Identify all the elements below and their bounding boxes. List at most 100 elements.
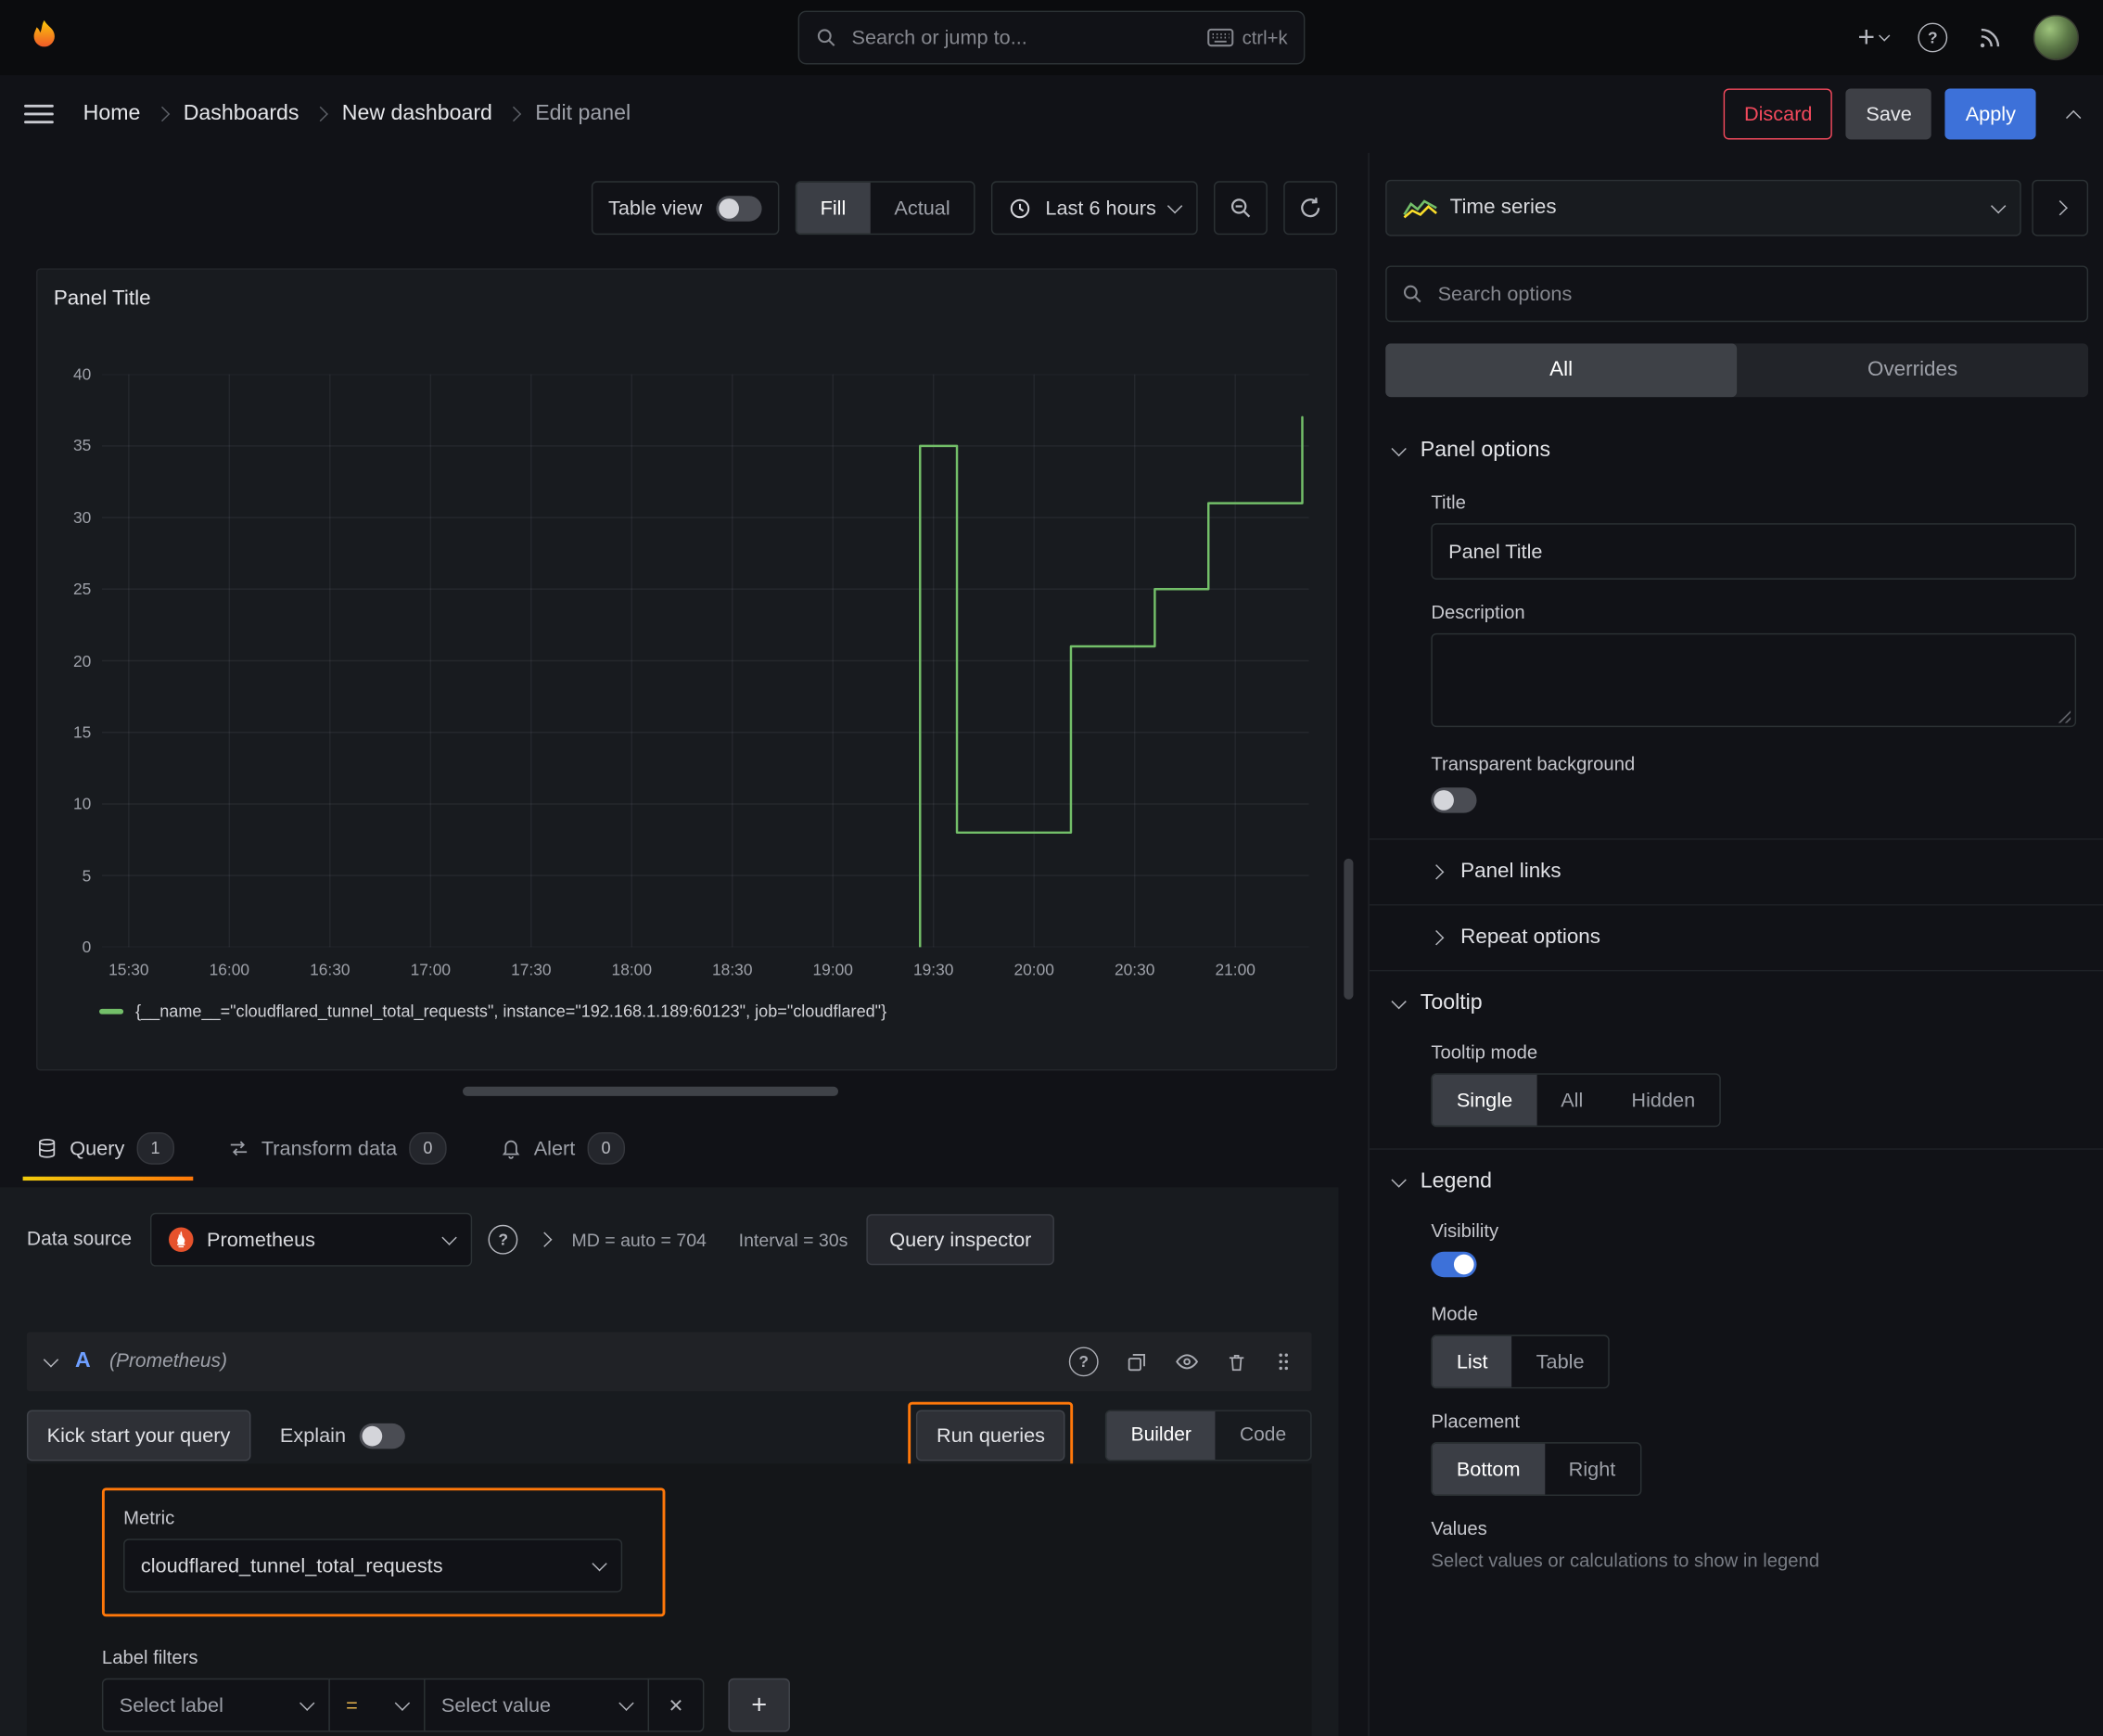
chevron-down-icon xyxy=(1391,1172,1407,1188)
x-axis-tick-label: 19:30 xyxy=(912,960,954,980)
tab-transform-data[interactable]: Transform data 0 xyxy=(228,1117,447,1181)
time-range-picker[interactable]: Last 6 hours xyxy=(991,181,1198,236)
save-button[interactable]: Save xyxy=(1845,88,1932,140)
refresh-icon[interactable] xyxy=(1283,181,1338,236)
x-axis: 15:30 16:00 16:30 17:00 17:30 18:00 18:30 19:00… xyxy=(38,961,1336,985)
menu-icon[interactable] xyxy=(24,104,54,124)
y-axis-tick-label: 40 xyxy=(73,364,92,384)
chevron-right-icon xyxy=(312,106,328,122)
x-axis-tick-label: 19:00 xyxy=(812,960,853,980)
panel-title-input[interactable] xyxy=(1431,523,2077,580)
search-icon xyxy=(1402,283,1423,304)
duplicate-query-icon[interactable] xyxy=(1126,1350,1149,1373)
legend-visibility-switch[interactable] xyxy=(1431,1251,1477,1278)
builder-option[interactable]: Builder xyxy=(1106,1410,1216,1460)
visualization-picker[interactable]: Time series xyxy=(1385,179,2021,236)
collapse-header-button[interactable] xyxy=(2065,108,2082,126)
legend-mode-list[interactable]: List xyxy=(1432,1335,1512,1387)
search-options-box[interactable] xyxy=(1385,265,2089,323)
delete-query-trash-icon[interactable] xyxy=(1226,1350,1247,1373)
run-queries-button[interactable]: Run queries xyxy=(916,1410,1065,1462)
table-view-toggle-group: Table view xyxy=(591,181,779,236)
drag-handle-icon[interactable] xyxy=(1274,1349,1293,1373)
chevron-down-icon xyxy=(441,1230,458,1245)
breadcrumb-new-dashboard[interactable]: New dashboard xyxy=(342,102,492,126)
breadcrumb-dashboards[interactable]: Dashboards xyxy=(184,102,300,126)
chevron-down-icon xyxy=(1391,993,1407,1010)
repeat-options-section[interactable]: Repeat options xyxy=(1369,904,2103,970)
tab-alert[interactable]: Alert 0 xyxy=(501,1117,625,1181)
new-menu-button[interactable]: + xyxy=(1858,20,1891,56)
x-axis-tick-label: 16:00 xyxy=(209,960,250,980)
y-axis-tick-label: 5 xyxy=(82,866,92,886)
legend-section-header[interactable]: Legend xyxy=(1369,1148,2103,1214)
add-filter-plus-icon[interactable]: + xyxy=(728,1678,790,1732)
rss-icon[interactable] xyxy=(1977,24,2004,51)
bell-icon xyxy=(501,1138,522,1159)
legend-series-label[interactable]: {__name__="cloudflared_tunnel_total_requ… xyxy=(135,1002,886,1021)
hide-query-eye-icon[interactable] xyxy=(1175,1349,1199,1373)
breadcrumb-home[interactable]: Home xyxy=(83,102,141,126)
legend-mode-table[interactable]: Table xyxy=(1512,1336,1609,1387)
grafana-logo-icon[interactable] xyxy=(24,18,64,57)
legend-series-swatch xyxy=(99,1008,124,1015)
tab-all[interactable]: All xyxy=(1385,343,1738,398)
operator-dropdown[interactable]: = xyxy=(328,1678,426,1732)
tooltip-mode-single[interactable]: Single xyxy=(1432,1074,1537,1126)
table-view-switch[interactable] xyxy=(715,195,761,221)
description-textarea[interactable] xyxy=(1431,632,2077,728)
chart-legend[interactable]: {__name__="cloudflared_tunnel_total_requ… xyxy=(99,1002,886,1021)
datasource-picker[interactable]: Prometheus xyxy=(150,1212,473,1267)
horizontal-scrollbar[interactable] xyxy=(463,1086,839,1096)
transform-icon xyxy=(228,1138,249,1159)
panel-options-section-header[interactable]: Panel options xyxy=(1370,418,2103,482)
legend-placement-right[interactable]: Right xyxy=(1545,1444,1640,1495)
fill-option[interactable]: Fill xyxy=(796,182,871,234)
breadcrumb-edit-panel: Edit panel xyxy=(535,101,631,125)
legend-placement-bottom[interactable]: Bottom xyxy=(1432,1443,1545,1495)
query-actions-row: Kick start your query Explain Run querie… xyxy=(26,1401,1312,1470)
y-axis-tick-label: 15 xyxy=(73,722,92,742)
global-search[interactable]: ctrl+k xyxy=(797,10,1306,65)
select-value-dropdown[interactable]: Select value xyxy=(424,1678,650,1732)
datasource-help-icon[interactable]: ? xyxy=(488,1224,518,1255)
label-filters-label: Label filters xyxy=(101,1646,198,1668)
remove-filter-close-icon[interactable]: × xyxy=(647,1678,705,1732)
apply-button[interactable]: Apply xyxy=(1945,88,2036,140)
code-option[interactable]: Code xyxy=(1216,1411,1310,1460)
search-options-input[interactable] xyxy=(1434,281,2072,307)
explain-switch[interactable] xyxy=(359,1423,405,1449)
transparent-background-switch[interactable] xyxy=(1431,787,1477,813)
search-input[interactable] xyxy=(848,24,1195,51)
timeseries-chart: 0 5 10 15 20 25 30 35 40 15:30 16:00 16:30 17:00 17:… xyxy=(38,270,1336,1069)
query-help-icon[interactable]: ? xyxy=(1068,1347,1099,1377)
select-label-dropdown[interactable]: Select label xyxy=(101,1678,330,1732)
query-inspector-button[interactable]: Query inspector xyxy=(866,1214,1055,1266)
chevron-right-icon xyxy=(1428,930,1445,946)
editor-tabs: Query 1 Transform data 0 Alert 0 xyxy=(22,1117,1338,1181)
collapse-query-chevron-icon[interactable] xyxy=(43,1352,59,1368)
tooltip-mode-all[interactable]: All xyxy=(1536,1075,1607,1126)
metric-select[interactable]: cloudflared_tunnel_total_requests xyxy=(123,1538,623,1593)
fill-actual-toggle: Fill Actual xyxy=(795,181,976,236)
tab-query[interactable]: Query 1 xyxy=(22,1117,193,1181)
run-queries-highlight: Run queries xyxy=(908,1401,1074,1470)
kick-start-query-button[interactable]: Kick start your query xyxy=(26,1410,251,1462)
panel-options-sidebar: Time series All Overrides Panel options … xyxy=(1368,152,2103,1736)
help-icon[interactable]: ? xyxy=(1918,22,1948,53)
actual-option[interactable]: Actual xyxy=(870,183,974,234)
tooltip-mode-hidden[interactable]: Hidden xyxy=(1607,1075,1719,1126)
tab-overrides[interactable]: Overrides xyxy=(1737,343,2088,397)
tooltip-section-header[interactable]: Tooltip xyxy=(1369,969,2103,1036)
vertical-scrollbar[interactable] xyxy=(1344,858,1354,1000)
query-count-badge: 1 xyxy=(136,1131,174,1165)
discard-button[interactable]: Discard xyxy=(1724,88,1833,140)
panel-toolbar: Table view Fill Actual Last 6 hours xyxy=(591,181,1338,236)
zoom-out-icon[interactable] xyxy=(1214,181,1268,236)
panel-links-section[interactable]: Panel links xyxy=(1369,838,2103,904)
grafana-edit-panel-page: ctrl+k + ? Home Dashboards New dashboa xyxy=(0,0,2103,1736)
query-options-chevron-right-icon[interactable] xyxy=(537,1232,553,1247)
visualization-picker-row: Time series xyxy=(1385,179,2089,236)
collapse-sidebar-button[interactable] xyxy=(2032,179,2089,236)
avatar[interactable] xyxy=(2033,14,2079,61)
